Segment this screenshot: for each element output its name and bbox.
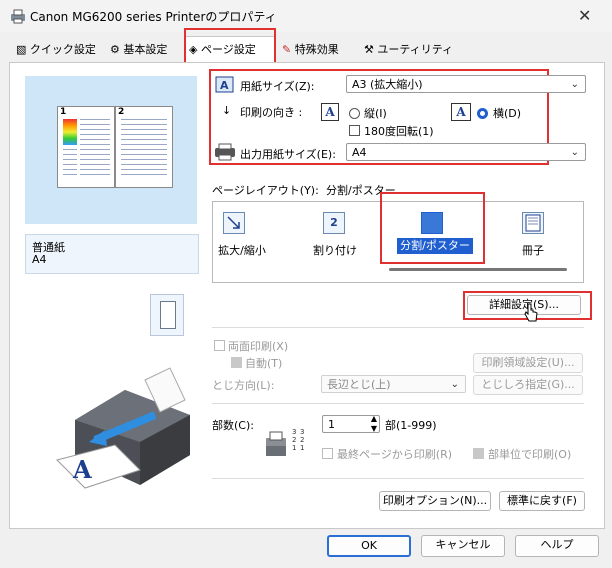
svg-text:A: A <box>220 79 229 92</box>
stepper-up-icon[interactable]: ▲ <box>371 414 377 423</box>
help-button[interactable]: ヘルプ <box>515 535 599 557</box>
tab-utilities[interactable]: ⚒ ユーティリティ <box>360 40 457 60</box>
duplex-checkbox[interactable] <box>214 340 225 351</box>
preview-page-1: 1 <box>57 106 115 188</box>
chevron-down-icon: ⌄ <box>450 379 459 390</box>
utilities-icon: ⚒ <box>364 43 374 56</box>
hand-cursor-icon <box>524 303 538 322</box>
arrow-down-icon: ↓ <box>222 104 232 117</box>
main-settings-icon: ⚙ <box>110 43 120 56</box>
copies-range: 部(1-999) <box>385 419 437 432</box>
window-title: Canon MG6200 series Printerのプロパティ <box>30 10 277 24</box>
output-size-select[interactable]: A4 ⌄ <box>346 143 586 161</box>
restore-defaults-button[interactable]: 標準に戻す(F) <box>499 491 585 511</box>
rotate-180-checkbox[interactable] <box>349 125 360 136</box>
page-size-label: 用紙サイズ(Z): <box>240 80 315 93</box>
svg-text:3: 3 <box>300 428 304 436</box>
landscape-label: 横(D) <box>493 107 522 120</box>
preview-color-image <box>63 119 77 145</box>
binding-margin-button[interactable]: とじしろ指定(G)... <box>473 375 583 395</box>
page-layout-label: ページレイアウト(Y): <box>212 184 319 197</box>
tab-main[interactable]: ⚙ 基本設定 <box>106 40 171 60</box>
binding-select[interactable]: 長辺とじ(上) ⌄ <box>321 375 466 393</box>
orientation-label: 印刷の向き : <box>240 106 303 119</box>
output-printer-icon <box>215 143 235 161</box>
portrait-icon: A <box>321 103 339 121</box>
rotate-180-label: 180度回転(1) <box>364 125 434 138</box>
auto-duplex-label: 自動(T) <box>245 357 283 370</box>
chevron-down-icon: ⌄ <box>570 79 579 90</box>
collate-label: 部単位で印刷(O) <box>488 448 572 461</box>
scale-icon <box>223 212 245 234</box>
stepper-down-icon[interactable]: ▼ <box>371 424 377 433</box>
landscape-icon: A <box>451 103 471 121</box>
collate-checkbox[interactable] <box>473 448 484 459</box>
duplex-label: 両面印刷(X) <box>228 340 289 353</box>
svg-text:2: 2 <box>300 436 304 444</box>
page-size-select[interactable]: A3 (拡大縮小) ⌄ <box>346 75 586 93</box>
copies-label: 部数(C): <box>212 419 254 432</box>
chevron-down-icon: ⌄ <box>570 147 579 158</box>
printer-icon <box>11 9 25 24</box>
quick-settings-icon: ▧ <box>16 43 27 56</box>
svg-text:1: 1 <box>292 444 296 452</box>
layout-preview: 1 2 <box>25 76 197 224</box>
svg-text:3: 3 <box>292 428 296 436</box>
svg-text:1: 1 <box>300 444 304 452</box>
last-page-checkbox[interactable] <box>322 448 333 459</box>
binding-label: とじ方向(L): <box>212 379 275 392</box>
booklet-icon <box>522 212 544 234</box>
n-up-icon: 2 <box>323 212 345 234</box>
paper-size: A4 <box>32 253 47 266</box>
auto-duplex-checkbox[interactable] <box>231 357 242 368</box>
preview-page-2: 2 <box>115 106 173 188</box>
ok-button[interactable]: OK <box>327 535 411 557</box>
close-icon[interactable]: ✕ <box>578 6 591 25</box>
last-page-label: 最終ページから印刷(R) <box>337 448 453 461</box>
svg-text:2: 2 <box>292 436 296 444</box>
printer-illustration: A <box>56 367 190 489</box>
copies-input[interactable]: 1 ▲ ▼ <box>322 414 380 433</box>
effects-icon: ✎ <box>282 43 292 56</box>
tab-effects[interactable]: ✎ 特殊効果 <box>278 40 343 60</box>
svg-text:A: A <box>72 455 92 484</box>
print-options-button[interactable]: 印刷オプション(N)... <box>379 491 491 511</box>
portrait-radio[interactable] <box>349 108 360 119</box>
cancel-button[interactable]: キャンセル <box>421 535 505 557</box>
paper-info: 普通紙 A4 <box>25 234 199 274</box>
paper-orientation-preview <box>150 294 184 336</box>
landscape-radio[interactable] <box>477 108 488 119</box>
tab-quick-settings[interactable]: ▧ クイック設定 <box>12 40 100 60</box>
poster-highlight-outline <box>380 192 485 264</box>
print-area-button[interactable]: 印刷領域設定(U)... <box>473 353 583 373</box>
page-size-icon: A <box>215 76 234 93</box>
portrait-label: 縦(I) <box>364 107 387 120</box>
output-size-label: 出力用紙サイズ(E): <box>240 148 336 161</box>
copies-icon: 321 321 <box>266 428 304 456</box>
tab-highlight-outline <box>184 28 276 66</box>
layout-list-scrollbar[interactable] <box>389 268 567 271</box>
